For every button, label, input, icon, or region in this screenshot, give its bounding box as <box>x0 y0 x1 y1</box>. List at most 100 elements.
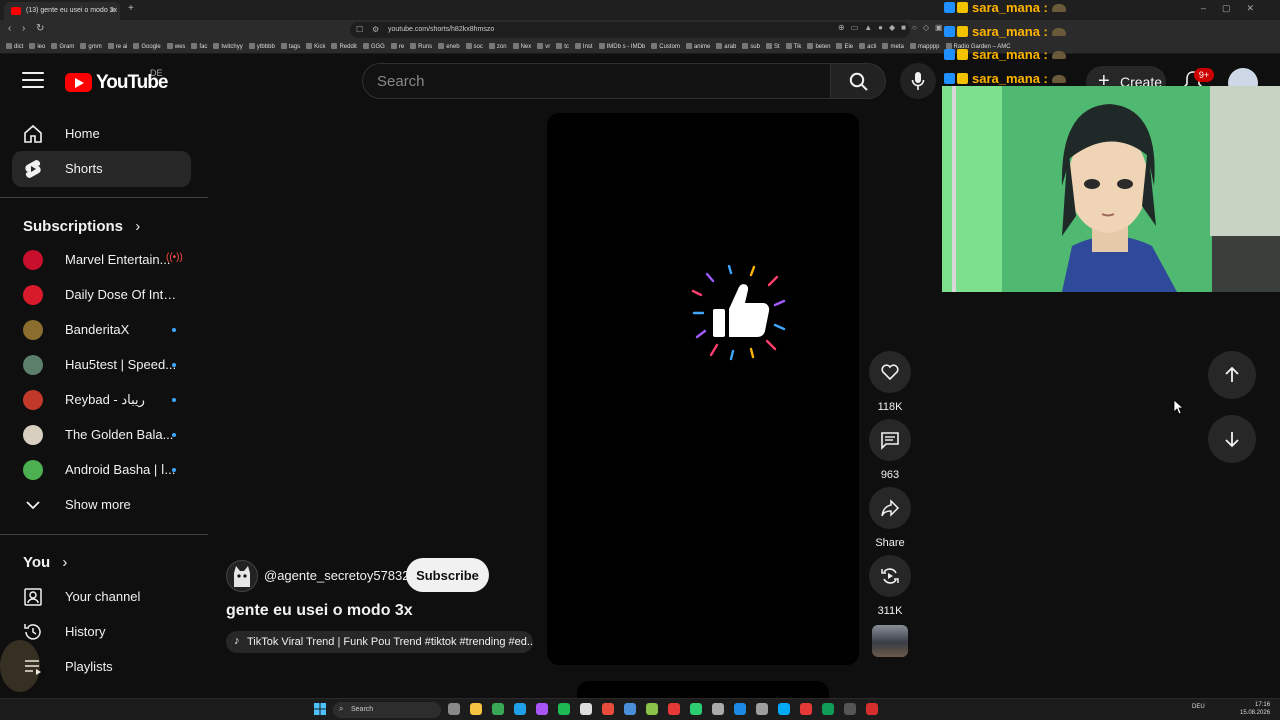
bookmark-item[interactable]: anime <box>686 40 710 50</box>
bookmark-item[interactable]: wes <box>167 40 186 50</box>
subscription-item[interactable]: Hau5test | Speed... <box>12 348 191 382</box>
sound-thumbnail[interactable] <box>872 625 908 657</box>
previous-short-button[interactable] <box>1208 351 1256 399</box>
reload-icon[interactable]: ↻ <box>36 23 44 34</box>
bookmark-item[interactable]: tags <box>281 40 300 50</box>
site-info-icon[interactable]: ⚙ <box>372 25 379 34</box>
taskbar-app-icon[interactable] <box>646 703 658 715</box>
bookmark-item[interactable]: Ele <box>836 40 853 50</box>
subscription-item[interactable]: BanderitaX <box>12 313 191 347</box>
remix-button[interactable]: 311K <box>869 555 911 617</box>
bookmark-item[interactable]: IMDb s - IMDb <box>599 40 646 50</box>
taskbar-app-icon[interactable] <box>580 703 592 715</box>
system-clock[interactable]: 17:16 15.08.2026 <box>1240 701 1270 717</box>
taskbar-app-icon[interactable] <box>712 703 724 715</box>
taskbar-app-icon[interactable] <box>514 703 526 715</box>
bookmark-item[interactable]: tc <box>556 40 569 50</box>
you-heading[interactable]: You › <box>23 554 67 571</box>
bookmark-item[interactable]: dict <box>6 40 23 50</box>
bookmark-item[interactable]: leo <box>29 40 45 50</box>
bookmark-item[interactable]: fac <box>191 40 207 50</box>
taskbar-app-icon[interactable] <box>668 703 680 715</box>
new-tab-icon[interactable]: + <box>128 3 134 14</box>
sidebar-item-shorts[interactable]: Shorts <box>12 151 191 187</box>
sound-link[interactable]: ♪ TikTok Viral Trend | Funk Pou Trend #t… <box>226 631 533 653</box>
subscription-item[interactable]: Android Basha | ا... <box>12 453 191 487</box>
bookmark-item[interactable]: vr <box>537 40 550 50</box>
channel-name[interactable]: @agente_secretoy57832 <box>264 568 409 583</box>
bookmark-item[interactable]: Gram <box>51 40 74 50</box>
voice-search-button[interactable] <box>900 63 936 99</box>
bookmark-item[interactable]: re <box>391 40 404 50</box>
short-video-player[interactable] <box>547 113 859 665</box>
bookmark-item[interactable]: meta <box>882 40 903 50</box>
bookmark-item[interactable]: beten <box>807 40 830 50</box>
bookmark-item[interactable]: twitchyy <box>213 40 242 50</box>
subscriptions-heading[interactable]: Subscriptions › <box>23 218 140 235</box>
taskbar-app-icon[interactable] <box>624 703 636 715</box>
bookmark-item[interactable]: Nex <box>513 40 532 50</box>
subscription-item[interactable]: Reybad - ريباد <box>12 383 191 417</box>
back-icon[interactable]: ‹ <box>8 23 11 34</box>
taskbar-app-icon[interactable] <box>448 703 460 715</box>
bookmark-item[interactable]: Google <box>133 40 160 50</box>
taskbar-app-icon[interactable] <box>470 703 482 715</box>
bookmark-item[interactable]: Reddit <box>331 40 356 50</box>
sidebar-item-history[interactable]: History <box>12 614 191 650</box>
taskbar-app-icon[interactable] <box>756 703 768 715</box>
sidebar-item-your-channel[interactable]: Your channel <box>12 579 191 615</box>
taskbar-app-icon[interactable] <box>800 703 812 715</box>
bookmark-item[interactable]: mapppp <box>910 40 940 50</box>
bookmark-item[interactable]: arab <box>716 40 736 50</box>
search-button[interactable] <box>830 63 886 99</box>
taskbar-app-icon[interactable] <box>844 703 856 715</box>
browser-tab[interactable]: (13) gente eu usei o modo 3x ✕ <box>4 2 120 20</box>
channel-avatar[interactable] <box>226 560 258 592</box>
url-field[interactable]: ☐ ⚙ youtube.com/shorts/h82kx8hmszo <box>350 22 910 38</box>
bookmark-item[interactable]: eneb <box>438 40 459 50</box>
taskbar-app-icon[interactable] <box>492 703 504 715</box>
language-indicator[interactable]: DEU <box>1192 704 1205 710</box>
taskbar-app-icon[interactable] <box>778 703 790 715</box>
bookmark-item[interactable]: gmm <box>80 40 101 50</box>
forward-icon[interactable]: › <box>22 23 25 34</box>
subscribe-button[interactable]: Subscribe <box>406 558 489 592</box>
taskbar-app-icon[interactable] <box>866 703 878 715</box>
bookmark-item[interactable]: soc <box>466 40 483 50</box>
close-tab-icon[interactable]: ✕ <box>109 6 116 15</box>
subscription-item[interactable]: Daily Dose Of Inter... <box>12 278 191 312</box>
taskbar-app-icon[interactable] <box>822 703 834 715</box>
bookmark-item[interactable]: Tik <box>786 40 802 50</box>
taskbar-app-icon[interactable] <box>558 703 570 715</box>
like-button[interactable]: 118K <box>869 351 911 413</box>
taskbar-app-icon[interactable] <box>602 703 614 715</box>
subscription-item[interactable]: The Golden Bala... <box>12 418 191 452</box>
bookmark-icon[interactable]: ☐ <box>356 25 363 34</box>
bookmark-item[interactable]: St <box>766 40 780 50</box>
taskbar-app-icon[interactable] <box>690 703 702 715</box>
windows-start-icon[interactable] <box>314 703 326 715</box>
taskbar-app-icon[interactable] <box>536 703 548 715</box>
window-controls[interactable]: –▢✕ <box>1201 3 1270 14</box>
taskbar-search[interactable]: ⌕ Search <box>333 702 441 718</box>
bookmark-item[interactable]: zon <box>489 40 507 50</box>
sidebar-item-home[interactable]: Home <box>12 116 191 152</box>
bookmark-item[interactable]: ytbbbb <box>249 40 275 50</box>
comments-button[interactable]: 963 <box>869 419 911 481</box>
subscription-item[interactable]: Marvel Entertain... ((•)) <box>12 243 191 277</box>
bookmark-item[interactable]: Inst <box>575 40 593 50</box>
taskbar-app-icon[interactable] <box>734 703 746 715</box>
extension-icons[interactable]: ⊕▭▲●◆■○◇▣ <box>838 23 949 32</box>
next-short-button[interactable] <box>1208 415 1256 463</box>
bookmark-item[interactable]: Runs <box>410 40 432 50</box>
menu-icon[interactable] <box>22 72 44 90</box>
bookmark-item[interactable]: re ai <box>108 40 128 50</box>
bookmark-item[interactable]: Custom <box>651 40 680 50</box>
bookmark-item[interactable]: acti <box>859 40 876 50</box>
search-input[interactable]: Search <box>362 63 831 99</box>
share-button[interactable]: Share <box>869 487 911 549</box>
bookmark-item[interactable]: sub <box>742 40 760 50</box>
show-more-button[interactable]: Show more <box>12 488 191 522</box>
bookmark-item[interactable]: GGG <box>363 40 385 50</box>
bookmark-item[interactable]: Kick <box>306 40 325 50</box>
